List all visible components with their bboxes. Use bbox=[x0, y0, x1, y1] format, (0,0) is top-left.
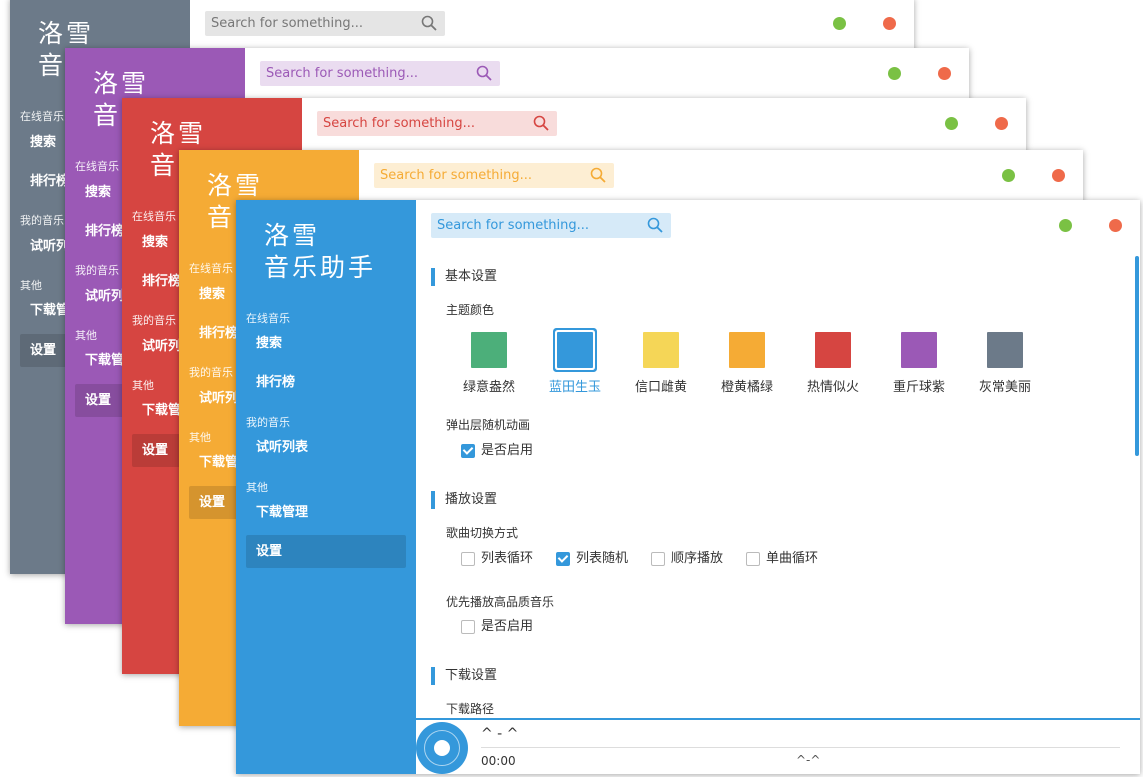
window-theme-blue: 洛雪 音乐助手 在线音乐 搜索 排行榜 我的音乐 试听列表 其他 下载管理 设置 … bbox=[236, 200, 1140, 774]
section-title-download: 下载设置 bbox=[431, 667, 497, 685]
theme-swatch bbox=[901, 332, 937, 368]
search-icon[interactable] bbox=[533, 115, 549, 131]
section-label-online: 在线音乐 bbox=[75, 160, 119, 173]
theme-name: 绿意盎然 bbox=[462, 380, 515, 395]
search-input[interactable]: Search for something... bbox=[205, 11, 445, 36]
search-icon[interactable] bbox=[421, 15, 437, 31]
search-input[interactable]: Search for something... bbox=[260, 61, 500, 86]
theme-name: 灰常美丽 bbox=[978, 380, 1031, 395]
theme-option-gray[interactable]: 灰常美丽 bbox=[968, 332, 1042, 395]
scrollbar[interactable] bbox=[1135, 256, 1139, 456]
progress-bar[interactable] bbox=[481, 747, 1120, 748]
nav-search[interactable]: 搜索 bbox=[246, 327, 406, 360]
section-label-other: 其他 bbox=[20, 279, 42, 292]
section-label-online: 在线音乐 bbox=[132, 210, 176, 223]
section-label-other: 其他 bbox=[132, 379, 154, 392]
settings-content: 基本设置 主题颜色 绿意盎然 蓝田生玉 信口雌黄 橙黄橘绿 热情似火 重斤球紫 bbox=[416, 250, 1140, 720]
theme-name: 信口雌黄 bbox=[634, 380, 687, 395]
section-label-my: 我的音乐 bbox=[246, 416, 290, 429]
theme-swatch bbox=[557, 332, 593, 368]
close-button[interactable] bbox=[1109, 219, 1122, 232]
switch-option-sequential[interactable]: 顺序播放 bbox=[651, 550, 723, 568]
nav-settings[interactable]: 设置 bbox=[246, 535, 406, 568]
section-label-my: 我的音乐 bbox=[132, 314, 176, 327]
minimize-button[interactable] bbox=[945, 117, 958, 130]
album-disc-icon[interactable] bbox=[416, 722, 468, 774]
switch-option-list-random[interactable]: 列表随机 bbox=[556, 550, 628, 568]
play-time: 00:00 bbox=[481, 754, 516, 768]
theme-swatch bbox=[643, 332, 679, 368]
player-bar: ^ - ^ 00:00 ^-^ bbox=[416, 718, 1140, 774]
theme-option-orange[interactable]: 橙黄橘绿 bbox=[710, 332, 784, 395]
minimize-button[interactable] bbox=[1002, 169, 1015, 182]
theme-name: 重斤球紫 bbox=[892, 380, 945, 395]
theme-option-purple[interactable]: 重斤球紫 bbox=[882, 332, 956, 395]
theme-swatch bbox=[987, 332, 1023, 368]
popup-animation-label: 弹出层随机动画 bbox=[446, 418, 531, 432]
topbar: Search for something... bbox=[190, 0, 914, 48]
minimize-button[interactable] bbox=[1059, 219, 1072, 232]
topbar: Search for something... bbox=[302, 98, 1026, 148]
search-icon[interactable] bbox=[476, 65, 492, 81]
theme-swatch bbox=[815, 332, 851, 368]
nav-charts[interactable]: 排行榜 bbox=[246, 366, 406, 399]
search-icon[interactable] bbox=[647, 217, 663, 233]
topbar: Search for something... bbox=[245, 48, 969, 98]
theme-swatch bbox=[729, 332, 765, 368]
popup-animation-checkbox[interactable]: 是否启用 bbox=[461, 442, 533, 460]
theme-name: 蓝田生玉 bbox=[548, 380, 601, 395]
nav-download[interactable]: 下载管理 bbox=[246, 496, 406, 529]
close-button[interactable] bbox=[938, 67, 951, 80]
checkbox-icon bbox=[651, 552, 665, 566]
checkbox-icon bbox=[746, 552, 760, 566]
switch-option-single-loop[interactable]: 单曲循环 bbox=[746, 550, 818, 568]
section-label-online: 在线音乐 bbox=[246, 312, 290, 325]
minimize-button[interactable] bbox=[888, 67, 901, 80]
theme-name: 橙黄橘绿 bbox=[720, 380, 773, 395]
section-title-play: 播放设置 bbox=[431, 491, 497, 509]
section-label-other: 其他 bbox=[75, 329, 97, 342]
checkbox-checked-icon bbox=[461, 444, 475, 458]
theme-color-label: 主题颜色 bbox=[446, 303, 495, 317]
app-logo: 洛雪 音乐助手 bbox=[264, 221, 377, 282]
section-label-my: 我的音乐 bbox=[75, 264, 119, 277]
search-input[interactable]: Search for something... bbox=[374, 163, 614, 188]
search-input[interactable]: Search for something... bbox=[317, 111, 557, 136]
theme-name: 热情似火 bbox=[806, 380, 859, 395]
topbar: Search for something... bbox=[359, 150, 1083, 200]
checkbox-icon bbox=[461, 620, 475, 634]
close-button[interactable] bbox=[995, 117, 1008, 130]
theme-option-green[interactable]: 绿意盎然 bbox=[452, 332, 526, 395]
minimize-button[interactable] bbox=[833, 17, 846, 30]
song-title: ^ - ^ bbox=[481, 726, 519, 742]
theme-option-red[interactable]: 热情似火 bbox=[796, 332, 870, 395]
search-input[interactable]: Search for something... bbox=[431, 213, 671, 238]
theme-swatch bbox=[471, 332, 507, 368]
switch-option-list-loop[interactable]: 列表循环 bbox=[461, 550, 533, 568]
close-button[interactable] bbox=[1052, 169, 1065, 182]
high-quality-label: 优先播放高品质音乐 bbox=[446, 595, 555, 609]
artist-name: ^-^ bbox=[796, 753, 821, 767]
section-label-other: 其他 bbox=[189, 431, 211, 444]
switch-mode-label: 歌曲切换方式 bbox=[446, 526, 519, 540]
nav-playlist[interactable]: 试听列表 bbox=[246, 431, 406, 464]
search-icon[interactable] bbox=[590, 167, 606, 183]
section-label-online: 在线音乐 bbox=[20, 110, 64, 123]
close-button[interactable] bbox=[883, 17, 896, 30]
section-label-my: 我的音乐 bbox=[189, 366, 233, 379]
section-label-online: 在线音乐 bbox=[189, 262, 233, 275]
download-path-label: 下载路径 bbox=[446, 702, 495, 716]
topbar: Search for something... bbox=[416, 200, 1140, 250]
high-quality-checkbox[interactable]: 是否启用 bbox=[461, 618, 533, 636]
sidebar: 洛雪 音乐助手 在线音乐 搜索 排行榜 我的音乐 试听列表 其他 下载管理 设置 bbox=[236, 200, 416, 774]
checkbox-checked-icon bbox=[556, 552, 570, 566]
theme-option-yellow[interactable]: 信口雌黄 bbox=[624, 332, 698, 395]
section-label-my: 我的音乐 bbox=[20, 214, 64, 227]
section-label-other: 其他 bbox=[246, 481, 268, 494]
theme-option-blue[interactable]: 蓝田生玉 bbox=[538, 332, 612, 395]
checkbox-icon bbox=[461, 552, 475, 566]
section-title-basic: 基本设置 bbox=[431, 268, 497, 286]
